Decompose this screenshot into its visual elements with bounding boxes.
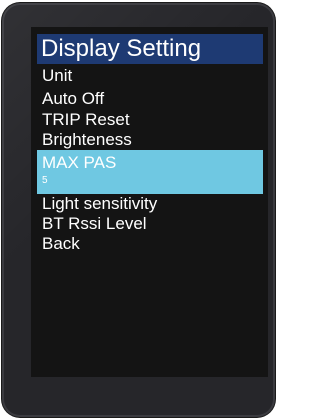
screen-title: Display Setting [37, 34, 263, 64]
display-screen: Display Setting Unit Auto Off TRIP Reset… [31, 27, 268, 377]
menu-item-bt-rssi-level[interactable]: BT Rssi Level [37, 214, 263, 234]
menu-item-unit[interactable]: Unit [37, 64, 263, 87]
menu-item-max-pas[interactable]: MAX PAS 5 [37, 150, 263, 194]
menu-item-brightness[interactable]: Brighteness [37, 130, 263, 150]
menu-item-value: 5 [42, 175, 48, 186]
menu-item-trip-reset[interactable]: TRIP Reset [37, 110, 263, 130]
menu-item-label: MAX PAS [42, 153, 117, 172]
menu-item-auto-off[interactable]: Auto Off [37, 87, 263, 110]
settings-menu: Unit Auto Off TRIP Reset Brighteness MAX… [37, 64, 263, 254]
device-frame: Display Setting Unit Auto Off TRIP Reset… [2, 3, 275, 417]
menu-item-light-sensitivity[interactable]: Light sensitivity [37, 194, 263, 214]
menu-item-back[interactable]: Back [37, 234, 263, 254]
